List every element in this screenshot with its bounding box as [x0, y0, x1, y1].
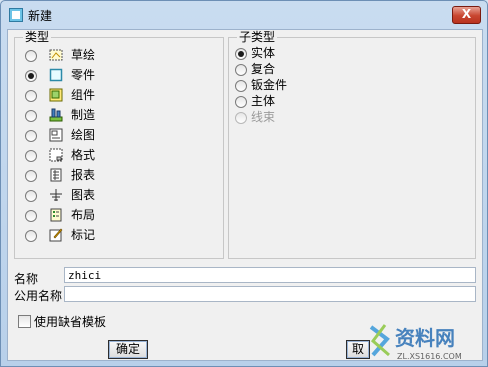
dialog-body: 类型 草绘 零件 组件 制造 绘图 格式 报表 图表 布局 标记 子类型 实体 … [7, 29, 483, 361]
diagram-icon [50, 189, 62, 201]
format-icon [49, 148, 63, 162]
type-label-report: 报表 [71, 168, 96, 182]
subtype-radio-solid[interactable] [235, 48, 247, 60]
type-radio-layout[interactable] [25, 210, 37, 222]
type-radio-diagram[interactable] [25, 190, 37, 202]
common-name-label: 公用名称 [14, 289, 63, 303]
type-label-manufacturing: 制造 [71, 108, 96, 122]
type-group: 类型 草绘 零件 组件 制造 绘图 格式 报表 图表 布局 标记 [14, 30, 224, 259]
subtype-radio-harness [235, 112, 247, 124]
window-title: 新建 [28, 9, 53, 23]
subtype-group-title: 子类型 [237, 30, 278, 44]
subtype-label-harness: 线束 [251, 110, 276, 124]
subtype-group: 子类型 实体 复合 钣金件 主体 线束 [228, 30, 476, 259]
type-radio-drawing[interactable] [25, 130, 37, 142]
type-label-drawing: 绘图 [71, 128, 96, 142]
report-icon [50, 168, 62, 182]
ok-button[interactable]: 确定 [108, 340, 148, 359]
subtype-radio-composite[interactable] [235, 64, 247, 76]
type-label-sketch: 草绘 [71, 48, 96, 62]
new-dialog-window: 新建 X 类型 草绘 零件 组件 制造 绘图 格式 报表 图表 布局 标记 子类… [0, 0, 488, 367]
type-label-part: 零件 [71, 68, 96, 82]
type-radio-format[interactable] [25, 150, 37, 162]
type-label-markup: 标记 [71, 228, 96, 242]
title-bar[interactable]: 新建 X [1, 1, 487, 29]
layout-icon [50, 208, 62, 222]
common-name-input[interactable] [64, 286, 476, 302]
watermark-logo: 资料网 ZL.XS1616.COM [369, 324, 462, 361]
subtype-label-sheetmetal: 钣金件 [251, 78, 288, 92]
type-radio-report[interactable] [25, 170, 37, 182]
drawing-icon [49, 128, 63, 142]
assembly-icon [49, 88, 63, 102]
use-default-template-label: 使用缺省模板 [34, 315, 107, 329]
type-radio-part[interactable] [25, 70, 37, 82]
type-label-format: 格式 [71, 148, 96, 162]
manufacturing-icon [49, 108, 63, 122]
close-button[interactable]: X [452, 6, 481, 24]
subtype-label-composite: 复合 [251, 62, 276, 76]
type-label-layout: 布局 [71, 208, 96, 222]
use-default-template-checkbox[interactable] [18, 315, 31, 328]
type-group-title: 类型 [23, 30, 52, 44]
part-icon [49, 68, 63, 82]
watermark-text: 资料网 [395, 326, 455, 350]
type-label-assembly: 组件 [71, 88, 96, 102]
name-label: 名称 [14, 272, 39, 286]
subtype-label-bulk: 主体 [251, 94, 276, 108]
subtype-radio-bulk[interactable] [235, 96, 247, 108]
subtype-label-solid: 实体 [251, 46, 276, 60]
sketch-icon [49, 49, 63, 61]
name-input[interactable]: zhici [64, 267, 476, 283]
type-radio-assembly[interactable] [25, 90, 37, 102]
markup-icon [49, 228, 63, 242]
type-label-diagram: 图表 [71, 188, 96, 202]
app-icon [9, 8, 23, 22]
type-radio-markup[interactable] [25, 230, 37, 242]
watermark-url: ZL.XS1616.COM [397, 352, 462, 361]
type-radio-manufacturing[interactable] [25, 110, 37, 122]
type-radio-sketch[interactable] [25, 50, 37, 62]
subtype-radio-sheetmetal[interactable] [235, 80, 247, 92]
